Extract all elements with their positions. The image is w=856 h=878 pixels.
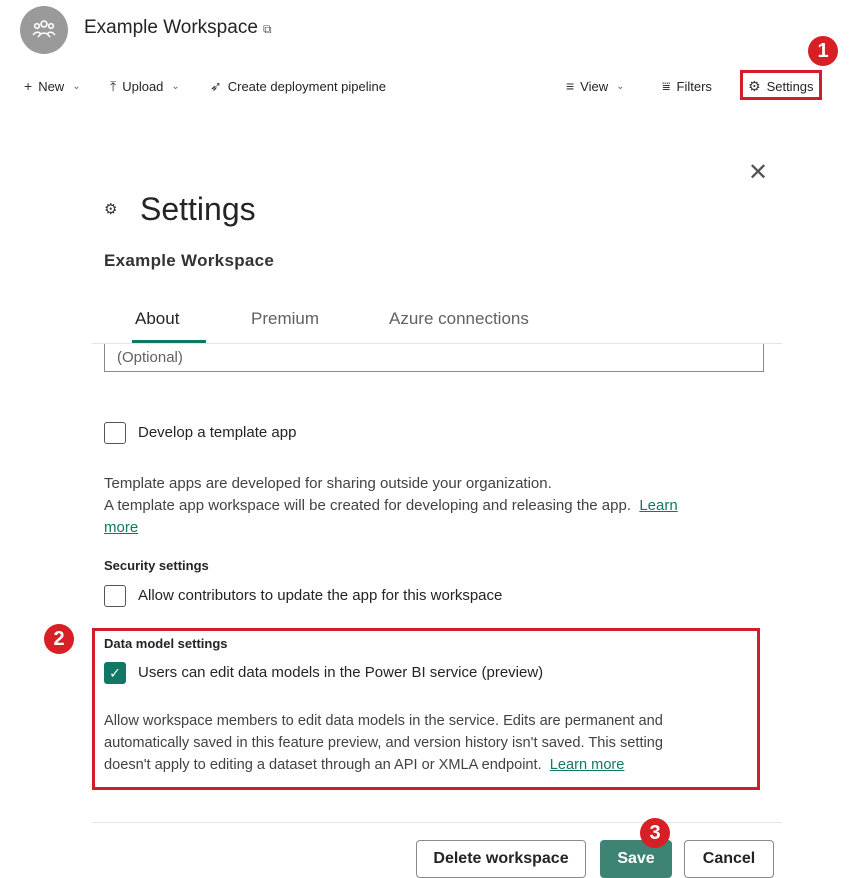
dialog-subtitle: Example Workspace [104, 251, 275, 270]
close-icon[interactable]: ✕ [748, 158, 768, 187]
data-model-info-line-1: Allow workspace members to edit data mod… [104, 713, 663, 729]
settings-highlight [740, 70, 822, 100]
allow-contributors-checkbox[interactable] [104, 585, 126, 607]
active-tab-indicator [132, 340, 206, 343]
upload-button[interactable]: ⤒ Upload ⌄ [110, 78, 180, 95]
chevron-down-icon: ⌄ [616, 80, 625, 92]
step-badge-2: 2 [44, 624, 74, 654]
description-field[interactable]: (Optional) [104, 344, 764, 372]
view-label: View [580, 78, 609, 94]
new-button[interactable]: + New ⌄ [24, 78, 81, 94]
template-info-line-2: A template app workspace will be created… [104, 497, 631, 514]
workspace-avatar [20, 6, 68, 54]
description-placeholder: (Optional) [117, 349, 183, 366]
toolbar: + New ⌄ ⤒ Upload ⌄ ➶ Create deployment p… [0, 70, 856, 102]
view-button[interactable]: ≡ View ⌄ [566, 78, 625, 94]
footer-divider [92, 822, 782, 823]
checkmark-icon: ✓ [109, 664, 121, 681]
edit-data-models-checkbox[interactable]: ✓ [104, 662, 126, 684]
data-model-info: Allow workspace members to edit data mod… [104, 710, 754, 776]
edit-data-models-label: Users can edit data models in the Power … [138, 664, 544, 681]
plus-icon: + [24, 78, 33, 94]
dialog-title: Settings [140, 191, 256, 227]
gear-icon: ⚙ [104, 201, 118, 218]
upload-icon: ⤒ [110, 78, 117, 94]
template-app-checkbox[interactable] [104, 422, 126, 444]
security-settings-heading: Security settings [104, 558, 209, 573]
template-info-line-1: Template apps are developed for sharing … [104, 475, 552, 492]
data-model-heading: Data model settings [104, 636, 228, 651]
template-app-label: Develop a template app [138, 424, 297, 441]
allow-contributors-label: Allow contributors to update the app for… [138, 587, 503, 604]
create-pipeline-button[interactable]: ➶ Create deployment pipeline [210, 78, 386, 95]
step-badge-1: 1 [808, 36, 838, 66]
upload-label: Upload [122, 79, 164, 94]
filters-button[interactable]: ⩸ Filters [662, 78, 712, 95]
pipeline-label: Create deployment pipeline [227, 79, 387, 94]
workspace-icon [32, 20, 56, 38]
data-model-info-line-3: doesn't apply to editing a dataset throu… [104, 757, 542, 773]
chevron-down-icon: ⌄ [72, 80, 81, 92]
template-app-info: Template apps are developed for sharing … [104, 473, 764, 539]
workspace-title: Example Workspace [84, 17, 258, 38]
data-model-info-line-2: automatically saved in this feature prev… [104, 735, 663, 751]
cancel-button[interactable]: Cancel [684, 840, 774, 878]
tab-azure-connections[interactable]: Azure connections [389, 309, 529, 329]
learn-more-link[interactable]: Learn [639, 497, 677, 514]
delete-workspace-button[interactable]: Delete workspace [416, 840, 586, 878]
tab-premium[interactable]: Premium [251, 309, 319, 329]
chevron-down-icon: ⌄ [171, 81, 180, 92]
tab-about[interactable]: About [135, 309, 179, 329]
learn-more-link-cont[interactable]: more [104, 519, 138, 536]
learn-more-link-data-model[interactable]: Learn more [550, 757, 625, 773]
workspace-info-icon[interactable]: ⧉ [263, 22, 272, 37]
rocket-icon: ➶ [210, 78, 222, 94]
filter-icon: ⩸ [662, 78, 671, 94]
view-icon: ≡ [566, 78, 575, 94]
new-label: New [38, 78, 65, 94]
filters-label: Filters [676, 79, 712, 94]
step-badge-3: 3 [640, 818, 670, 848]
